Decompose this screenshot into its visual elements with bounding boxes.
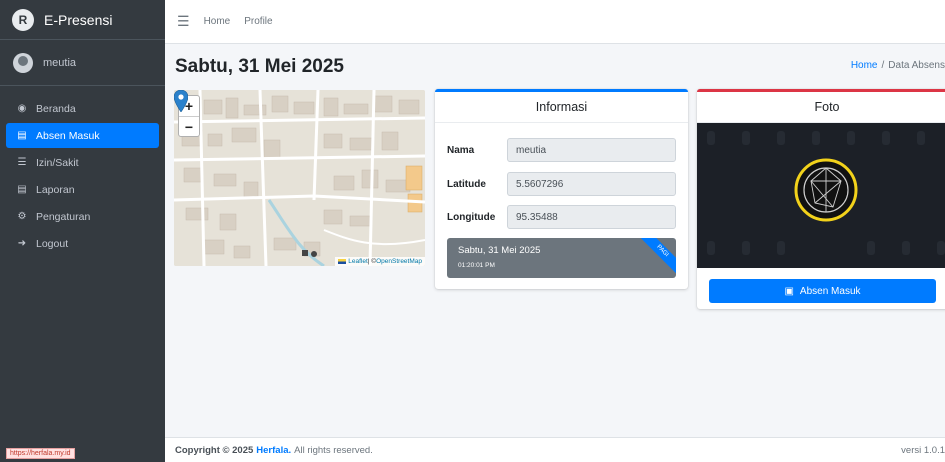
sidebar-item-logout[interactable]: ➜ Logout xyxy=(6,231,159,256)
user-panel[interactable]: meutia xyxy=(0,40,165,86)
tachometer-icon: ◉ xyxy=(17,103,27,114)
camera-logo-icon xyxy=(794,158,858,222)
footer: Copyright © 2025 Herfala. All rights res… xyxy=(165,437,945,462)
topbar-link-profile[interactable]: Profile xyxy=(244,16,272,27)
database-icon: ☰ xyxy=(17,157,27,168)
sidebar-item-label: Logout xyxy=(36,237,69,250)
gears-icon: ⚙ xyxy=(17,211,27,222)
ukraine-flag-icon xyxy=(338,259,347,264)
current-time: 01:20:01 PM xyxy=(458,262,495,269)
foto-card-title: Foto xyxy=(697,92,945,123)
absen-masuk-button[interactable]: ▣ Absen Masuk xyxy=(709,279,936,303)
longitude-field[interactable]: 95.35488 xyxy=(507,205,676,229)
info-row-nama: Nama meutia xyxy=(447,138,676,162)
nama-field[interactable]: meutia xyxy=(507,138,676,162)
sidebar-item-izin-sakit[interactable]: ☰ Izin/Sakit xyxy=(6,150,159,175)
version-text: versi 1.0.1 xyxy=(901,444,945,456)
copyright-text: Copyright © 2025 xyxy=(175,444,254,456)
openstreetmap-link[interactable]: OpenStreetMap xyxy=(376,258,422,265)
map-attribution: Leaflet | © OpenStreetMap xyxy=(335,257,425,266)
breadcrumb: Home / Data Absens xyxy=(851,60,945,71)
attribution-separator: | © xyxy=(367,258,377,265)
latitude-field[interactable]: 5.5607296 xyxy=(507,172,676,196)
menu-toggle-icon[interactable]: ☰ xyxy=(177,13,190,30)
map-marker-icon[interactable] xyxy=(174,90,188,112)
info-card-title: Informasi xyxy=(435,92,688,123)
topbar: ☰ Home Profile xyxy=(165,0,945,44)
sidebar-item-beranda[interactable]: ◉ Beranda xyxy=(6,96,159,121)
sidebar-item-label: Laporan xyxy=(36,183,75,196)
brand-name: E-Presensi xyxy=(44,11,113,28)
map-tiles xyxy=(174,90,425,266)
camera-preview[interactable] xyxy=(697,123,945,268)
calendar-icon: ▤ xyxy=(17,130,27,141)
report-icon: ▤ xyxy=(17,184,27,195)
info-row-latitude: Latitude 5.5607296 xyxy=(447,172,676,196)
brand[interactable]: R E-Presensi xyxy=(0,0,165,40)
page-title: Sabtu, 31 Mei 2025 xyxy=(175,56,344,77)
breadcrumb-home[interactable]: Home xyxy=(851,60,878,71)
foto-card: Foto ▣ Absen Masuk xyxy=(697,89,945,309)
breadcrumb-current: Data Absens xyxy=(888,60,945,71)
sidebar-item-label: Absen Masuk xyxy=(36,129,100,142)
sidebar-item-label: Izin/Sakit xyxy=(36,156,79,169)
latitude-label: Latitude xyxy=(447,178,486,190)
longitude-label: Longitude xyxy=(447,211,496,223)
sidebar: R E-Presensi meutia ◉ Beranda ▤ Absen Ma… xyxy=(0,0,165,462)
sign-out-icon: ➜ xyxy=(17,238,27,249)
info-card: Informasi Nama meutia Latitude 5.5607296… xyxy=(435,89,688,289)
sidebar-item-laporan[interactable]: ▤ Laporan xyxy=(6,177,159,202)
brand-logo-icon: R xyxy=(12,8,34,31)
location-map[interactable]: + − Leaflet | © OpenStreetMap xyxy=(174,90,425,266)
rights-text: All rights reserved. xyxy=(294,444,373,456)
info-row-longitude: Longitude 95.35488 xyxy=(447,205,676,229)
datetime-box: Sabtu, 31 Mei 2025 01:20:01 PM PAGI xyxy=(447,238,676,278)
topbar-link-home[interactable]: Home xyxy=(204,16,231,27)
avatar xyxy=(13,52,33,73)
shift-ribbon: PAGI xyxy=(636,238,676,277)
sidebar-item-absen-masuk[interactable]: ▤ Absen Masuk xyxy=(6,123,159,148)
sidebar-item-pengaturan[interactable]: ⚙ Pengaturan xyxy=(6,204,159,229)
nama-label: Nama xyxy=(447,144,475,156)
user-name: meutia xyxy=(43,56,77,69)
calendar-icon: ▣ xyxy=(784,285,794,297)
absen-masuk-label: Absen Masuk xyxy=(799,285,861,297)
breadcrumb-separator: / xyxy=(881,60,885,71)
sidebar-item-label: Pengaturan xyxy=(36,210,91,223)
zoom-out-button[interactable]: − xyxy=(179,116,199,136)
footer-brand-link[interactable]: Herfala. xyxy=(256,445,291,456)
current-date: Sabtu, 31 Mei 2025 xyxy=(458,245,541,256)
sidebar-item-label: Beranda xyxy=(36,102,76,115)
leaflet-link[interactable]: Leaflet xyxy=(348,258,368,265)
status-url: https://herfala.my.id xyxy=(6,448,75,459)
sidebar-nav: ◉ Beranda ▤ Absen Masuk ☰ Izin/Sakit ▤ L… xyxy=(0,96,165,256)
